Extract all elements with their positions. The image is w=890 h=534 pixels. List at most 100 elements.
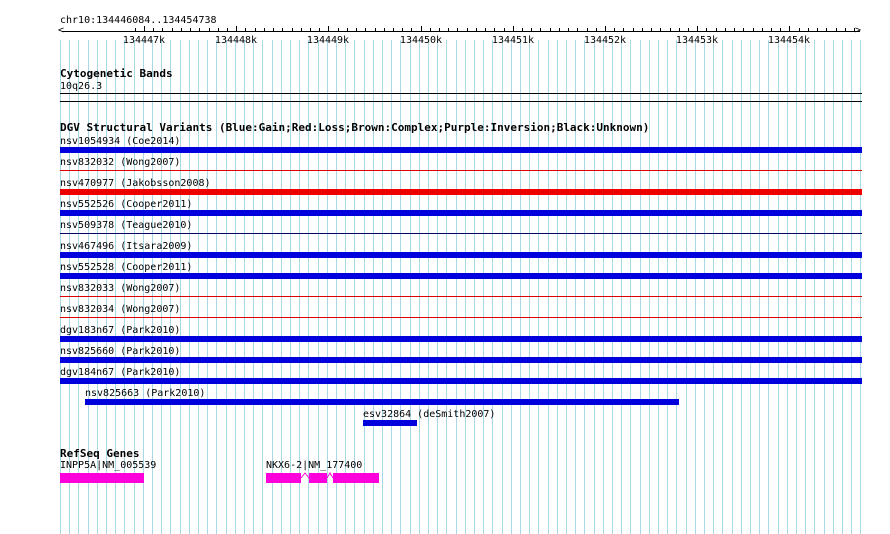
ruler-minor-tick	[568, 28, 569, 31]
ruler-minor-tick	[365, 28, 366, 31]
dgv-track-title: DGV Structural Variants (Blue:Gain;Red:L…	[60, 121, 650, 134]
dgv-variant-bar[interactable]	[363, 420, 417, 426]
ruler-minor-tick	[153, 28, 154, 31]
ruler-minor-tick	[531, 28, 532, 31]
ruler-minor-tick	[633, 28, 634, 31]
refseq-track-title: RefSeq Genes	[60, 447, 140, 460]
gene-exon[interactable]	[333, 473, 379, 483]
ruler-minor-tick	[209, 28, 210, 31]
dgv-variant-bar[interactable]	[60, 233, 862, 234]
gene-label-inpp5a[interactable]: INPP5A|NM_005539	[60, 460, 156, 471]
ruler-minor-tick	[559, 28, 560, 31]
ruler-left-arrow-icon: <	[58, 25, 65, 36]
dgv-variant-bar[interactable]	[85, 399, 679, 405]
dgv-variant-label[interactable]: nsv470977 (Jakobsson2008)	[60, 178, 211, 189]
gene-exon[interactable]	[309, 473, 327, 483]
ruler-minor-tick	[181, 28, 182, 31]
ruler-minor-tick	[660, 28, 661, 31]
ruler-minor-tick	[504, 28, 505, 31]
dgv-variant-bar[interactable]	[60, 317, 862, 318]
dgv-variant-label[interactable]: nsv467496 (Itsara2009)	[60, 241, 192, 252]
ruler-minor-tick	[430, 28, 431, 31]
dgv-variant-bar[interactable]	[60, 252, 862, 258]
ruler-minor-tick	[780, 28, 781, 31]
ruler-minor-tick	[596, 28, 597, 31]
ruler-minor-tick	[577, 28, 578, 31]
ruler-minor-tick	[799, 28, 800, 31]
dgv-variant-bar[interactable]	[60, 189, 862, 195]
ruler-minor-tick	[255, 28, 256, 31]
dgv-variant-label[interactable]: nsv832034 (Wong2007)	[60, 304, 180, 315]
dgv-variant-label[interactable]: nsv552526 (Cooper2011)	[60, 199, 192, 210]
ruler-minor-tick	[199, 28, 200, 31]
dgv-variant-label[interactable]: nsv552528 (Cooper2011)	[60, 262, 192, 273]
ruler-minor-tick	[375, 28, 376, 31]
ruler-minor-tick	[845, 28, 846, 31]
dgv-variant-label[interactable]: dgv184n67 (Park2010)	[60, 367, 180, 378]
ruler-minor-tick	[540, 28, 541, 31]
gene-exon[interactable]	[266, 473, 301, 483]
dgv-variant-bar[interactable]	[60, 170, 862, 171]
ruler-minor-tick	[172, 28, 173, 31]
ruler-right-arrow-icon: >	[855, 25, 862, 36]
ruler-minor-tick	[753, 28, 754, 31]
ruler-tick-label: 134451k	[491, 35, 535, 46]
ruler-tick-label: 134454k	[767, 35, 811, 46]
ruler-minor-tick	[725, 28, 726, 31]
ruler-minor-tick	[476, 28, 477, 31]
ruler-minor-tick	[679, 28, 680, 31]
ruler-minor-tick	[826, 28, 827, 31]
ruler-major-tick	[236, 26, 237, 32]
dgv-variant-bar[interactable]	[60, 336, 862, 342]
dgv-variant-label[interactable]: nsv1054934 (Coe2014)	[60, 136, 180, 147]
cytoband-track-title: Cytogenetic Bands	[60, 67, 173, 80]
ruler-minor-tick	[485, 28, 486, 31]
dgv-variant-bar[interactable]	[60, 147, 862, 153]
ruler-minor-tick	[587, 28, 588, 31]
ruler-minor-tick	[522, 28, 523, 31]
ruler-minor-tick	[706, 28, 707, 31]
ruler-minor-tick	[623, 28, 624, 31]
gene-intron	[326, 472, 334, 479]
ruler-major-tick	[513, 26, 514, 32]
dgv-variant-label[interactable]: nsv509378 (Teague2010)	[60, 220, 192, 231]
cytoband-line-top	[60, 93, 862, 94]
ruler-minor-tick	[457, 28, 458, 31]
dgv-variant-bar[interactable]	[60, 296, 862, 297]
dgv-variant-label[interactable]: dgv183n67 (Park2010)	[60, 325, 180, 336]
dgv-variant-label[interactable]: esv32864 (deSmith2007)	[363, 409, 495, 420]
ruler-minor-tick	[808, 28, 809, 31]
gene-feature-nkx6-2[interactable]	[262, 470, 392, 486]
ruler-minor-tick	[651, 28, 652, 31]
ruler-minor-tick	[762, 28, 763, 31]
dgv-variant-label[interactable]: nsv832033 (Wong2007)	[60, 283, 180, 294]
ruler-tick-label: 134447k	[122, 35, 166, 46]
ruler-minor-tick	[467, 28, 468, 31]
gene-feature-inpp5a[interactable]	[60, 473, 144, 483]
ruler-minor-tick	[292, 28, 293, 31]
dgv-variant-bar[interactable]	[60, 378, 862, 384]
dgv-variant-bar[interactable]	[60, 273, 862, 279]
ruler-axis	[62, 31, 860, 32]
dgv-variant-label[interactable]: nsv825663 (Park2010)	[85, 388, 205, 399]
ruler-major-tick	[789, 26, 790, 32]
dgv-variant-label[interactable]: nsv825660 (Park2010)	[60, 346, 180, 357]
gene-intron	[300, 472, 310, 479]
ruler-major-tick	[697, 26, 698, 32]
ruler-minor-tick	[402, 28, 403, 31]
dgv-variant-bar[interactable]	[60, 210, 862, 216]
ruler-major-tick	[144, 26, 145, 32]
ruler-tick-label: 134450k	[399, 35, 443, 46]
ruler-minor-tick	[448, 28, 449, 31]
ruler-minor-tick	[282, 28, 283, 31]
ruler-minor-tick	[384, 28, 385, 31]
dgv-variant-label[interactable]: nsv832032 (Wong2007)	[60, 157, 180, 168]
ruler-minor-tick	[227, 28, 228, 31]
dgv-variant-bar[interactable]	[60, 357, 862, 363]
ruler-minor-tick	[439, 28, 440, 31]
ruler-tick-label: 134448k	[214, 35, 258, 46]
ruler-minor-tick	[190, 28, 191, 31]
ruler-minor-tick	[550, 28, 551, 31]
ruler-minor-tick	[347, 28, 348, 31]
ruler-minor-tick	[310, 28, 311, 31]
